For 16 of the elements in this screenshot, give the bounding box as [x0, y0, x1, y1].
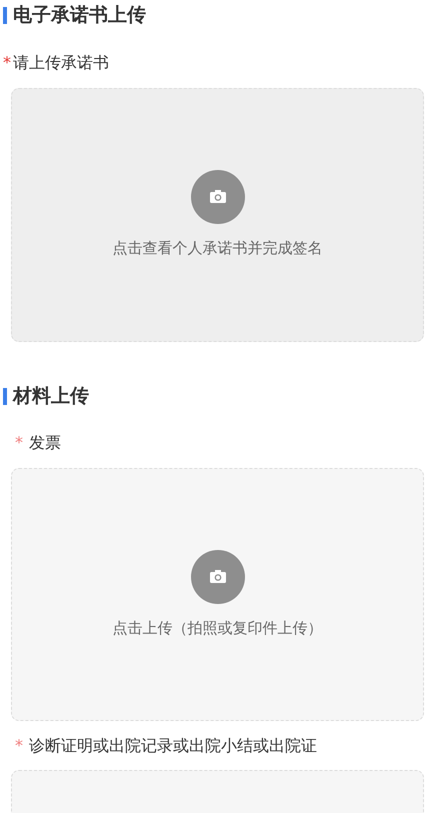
section-title: 材料上传: [13, 384, 89, 409]
title-accent-bar: [3, 388, 7, 404]
required-mark: *: [15, 432, 23, 454]
section-title: 电子承诺书上传: [13, 3, 146, 28]
upload-hint: 点击查看个人承诺书并完成签名: [112, 238, 322, 260]
field-label: 请上传承诺书: [13, 52, 109, 74]
upload-hint: 点击上传（拍照或复印件上传）: [112, 618, 322, 639]
field-label: 发票: [29, 432, 61, 454]
title-accent-bar: [3, 6, 7, 24]
upload-area[interactable]: 点击查看个人承诺书并完成签名: [11, 88, 424, 342]
required-mark: *: [3, 52, 11, 74]
camera-icon: [190, 170, 244, 224]
upload-area[interactable]: 点击上传（拍照或复印件上传）: [11, 468, 424, 721]
field-label: 诊断证明或出院记录或出院小结或出院证: [29, 735, 317, 757]
required-mark: *: [15, 735, 23, 757]
camera-icon: [190, 550, 244, 604]
